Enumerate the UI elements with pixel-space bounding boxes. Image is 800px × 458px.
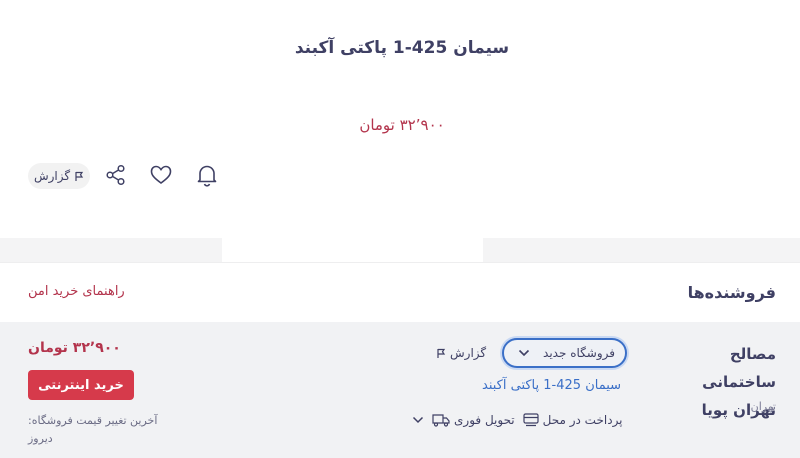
sellers-title: فروشنده‌ها bbox=[687, 283, 776, 302]
notify-button[interactable] bbox=[194, 162, 220, 188]
flag-icon bbox=[436, 348, 446, 359]
product-price: ۳۲٬۹۰۰ تومان bbox=[359, 116, 445, 134]
seller-price: ۳۲٬۹۰۰ تومان bbox=[28, 340, 121, 356]
last-price-change-label: آخرین تغییر قیمت فروشگاه: bbox=[28, 414, 158, 427]
last-price-change-value: دیروز bbox=[28, 432, 53, 445]
store-type-label: فروشگاه جدید bbox=[543, 346, 615, 360]
flag-icon bbox=[74, 171, 84, 182]
feature-pay-on-delivery: پرداخت در محل bbox=[523, 413, 623, 427]
payment-terminal-icon bbox=[523, 413, 539, 427]
pay-on-delivery-label: پرداخت در محل bbox=[542, 413, 623, 427]
buy-online-button[interactable]: خرید اینترنتی bbox=[28, 370, 134, 400]
seller-row: مصالح ساختمانی تهران پویا تهران فروشگاه … bbox=[0, 322, 800, 458]
sellers-header: فروشنده‌ها راهنمای خرید امن bbox=[0, 262, 800, 322]
heart-icon bbox=[150, 165, 172, 185]
chevron-down-icon bbox=[518, 349, 530, 357]
instant-delivery-label: تحویل فوری bbox=[454, 413, 515, 427]
share-icon bbox=[105, 164, 127, 186]
delivery-truck-icon bbox=[432, 413, 450, 427]
bell-icon bbox=[196, 163, 218, 187]
chevron-down-icon[interactable] bbox=[412, 416, 424, 424]
seller-report-label: گزارش bbox=[450, 346, 487, 360]
feature-instant-delivery: تحویل فوری bbox=[432, 413, 515, 427]
seller-product-link[interactable]: سیمان 425-1 پاکتی آکبند bbox=[482, 378, 621, 393]
share-button[interactable] bbox=[103, 162, 129, 188]
report-label: گزارش bbox=[33, 169, 71, 183]
store-type-dropdown[interactable]: فروشگاه جدید bbox=[502, 338, 627, 368]
report-button[interactable]: گزارش bbox=[28, 163, 90, 189]
seller-report-button[interactable]: گزارش bbox=[436, 346, 486, 360]
seller-features: تحویل فوری پرداخت در محل bbox=[412, 410, 623, 430]
safe-purchase-guide-link[interactable]: راهنمای خرید امن bbox=[28, 284, 125, 299]
last-price-change: آخرین تغییر قیمت فروشگاه: دیروز bbox=[28, 412, 178, 448]
product-card: سیمان 425-1 پاکتی آکبند ۳۲٬۹۰۰ تومان گزا… bbox=[6, 0, 798, 238]
section-divider bbox=[0, 238, 800, 262]
favorite-button[interactable] bbox=[148, 162, 174, 188]
product-title: سیمان 425-1 پاکتی آکبند bbox=[294, 38, 510, 58]
seller-city: تهران bbox=[750, 400, 776, 413]
